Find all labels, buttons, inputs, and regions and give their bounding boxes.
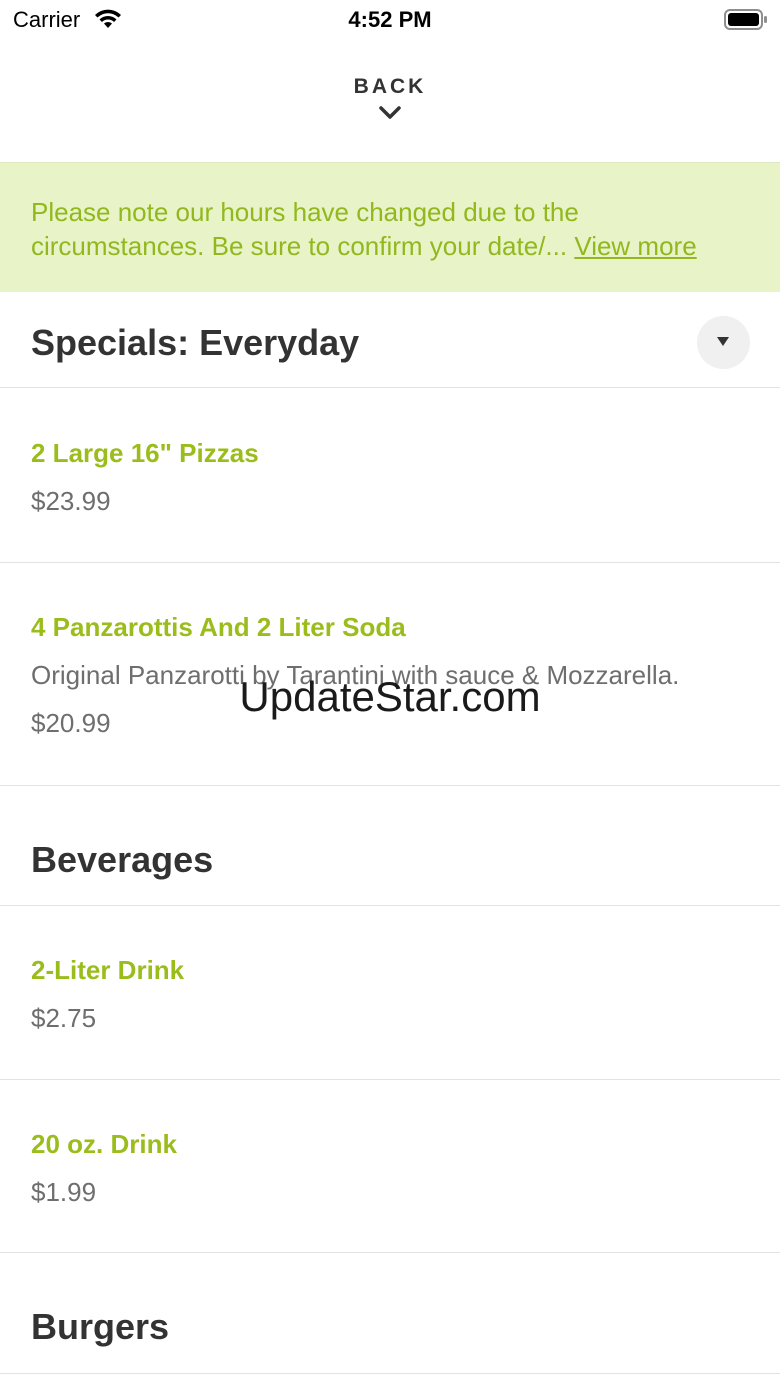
caret-down-icon (717, 337, 729, 346)
item-description: Original Panzarotti by Tarantini with sa… (31, 660, 680, 690)
notice-text: Please note our hours have changed due t… (31, 197, 579, 261)
item-price: $20.99 (31, 708, 111, 738)
item-price: $23.99 (31, 486, 111, 516)
section-title: Specials: Everyday (31, 322, 360, 363)
item-price: $1.99 (31, 1177, 97, 1207)
hours-notice-banner: Please note our hours have changed due t… (0, 162, 780, 292)
item-name: 4 Panzarottis And 2 Liter Soda (31, 612, 406, 642)
menu-item[interactable]: 2-Liter Drink $2.75 (0, 906, 780, 1080)
section-title: Beverages (31, 839, 214, 880)
menu-item[interactable]: 2 Large 16" Pizzas $23.99 (0, 389, 780, 563)
status-time: 4:52 PM (348, 7, 432, 32)
menu-item[interactable]: 20 oz. Drink $1.99 (0, 1080, 780, 1253)
back-button[interactable]: BACK (290, 62, 490, 142)
menu-item[interactable]: 4 Panzarottis And 2 Liter Soda Original … (0, 563, 780, 786)
section-header-beverages: Beverages (0, 786, 780, 906)
status-bar: Carrier 4:52 PM (0, 0, 780, 44)
chevron-down-icon (379, 106, 401, 119)
view-more-link[interactable]: View more (574, 231, 696, 261)
section-toggle-button[interactable] (697, 316, 750, 369)
section-title: Burgers (31, 1306, 170, 1347)
section-header-specials[interactable]: Specials: Everyday (0, 292, 780, 388)
battery-icon (724, 9, 768, 36)
section-header-burgers: Burgers (0, 1253, 780, 1374)
item-name: 2 Large 16" Pizzas (31, 438, 259, 468)
item-name: 2-Liter Drink (31, 955, 185, 985)
back-label: BACK (353, 75, 427, 98)
item-price: $2.75 (31, 1003, 97, 1033)
item-name: 20 oz. Drink (31, 1129, 177, 1159)
